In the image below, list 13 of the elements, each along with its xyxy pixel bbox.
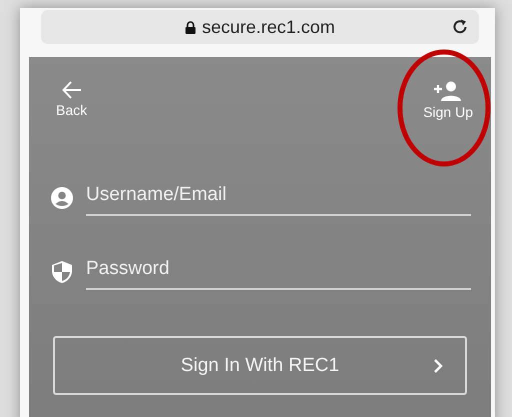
back-button[interactable]: Back xyxy=(56,81,88,125)
reload-icon[interactable] xyxy=(451,18,469,36)
url-text: secure.rec1.com xyxy=(202,16,336,38)
back-arrow-icon xyxy=(62,81,82,99)
password-field[interactable]: Password xyxy=(86,254,471,290)
add-person-icon xyxy=(433,81,464,101)
chevron-right-icon xyxy=(433,358,443,374)
sign-in-button[interactable]: Sign In With REC1 xyxy=(53,336,467,395)
address-bar[interactable]: secure.rec1.com xyxy=(41,10,479,44)
user-icon xyxy=(51,187,73,209)
lock-icon xyxy=(184,20,196,34)
username-field[interactable]: Username/Email xyxy=(86,180,471,216)
shield-icon xyxy=(51,260,73,284)
